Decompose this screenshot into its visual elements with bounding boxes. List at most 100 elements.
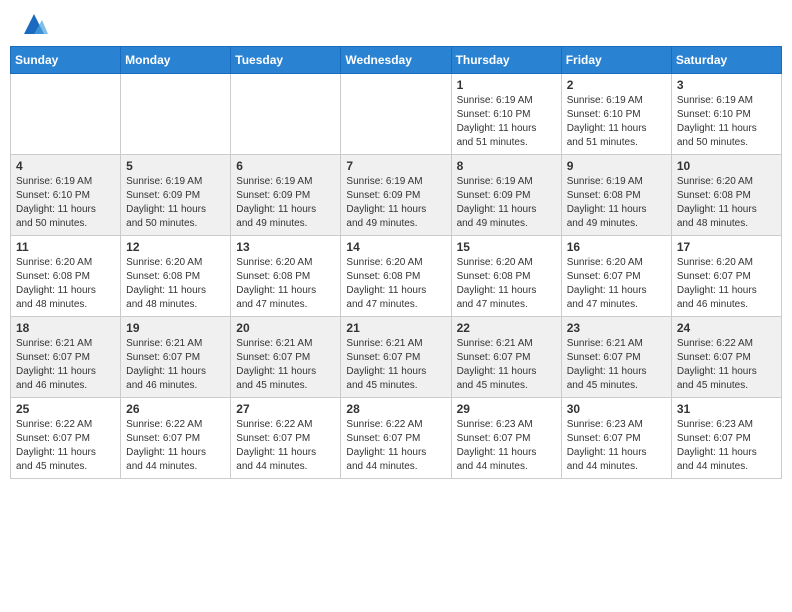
day-cell-5: 5 Sunrise: 6:19 AM Sunset: 6:09 PM Daylig… — [121, 155, 231, 236]
day-cell-24: 24 Sunrise: 6:22 AM Sunset: 6:07 PM Dayli… — [671, 317, 781, 398]
day-info: Sunrise: 6:19 AM Sunset: 6:09 PM Dayligh… — [346, 175, 445, 231]
day-info: Sunrise: 6:22 AM Sunset: 6:07 PM Dayligh… — [677, 337, 776, 393]
day-number: 14 — [346, 240, 445, 254]
day-cell-2: 2 Sunrise: 6:19 AM Sunset: 6:10 PM Daylig… — [561, 74, 671, 155]
day-number: 4 — [16, 159, 115, 173]
day-cell-15: 15Sunrise: 6:20 AM Sunset: 6:08 PM Dayli… — [451, 236, 561, 317]
day-number: 25 — [16, 402, 115, 416]
day-number: 28 — [346, 402, 445, 416]
day-info: Sunrise: 6:22 AM Sunset: 6:07 PM Dayligh… — [346, 418, 445, 474]
day-number: 9 — [567, 159, 666, 173]
day-info: Sunrise: 6:20 AM Sunset: 6:08 PM Dayligh… — [677, 175, 776, 231]
day-number: 13 — [236, 240, 335, 254]
day-info: Sunrise: 6:19 AM Sunset: 6:09 PM Dayligh… — [126, 175, 225, 231]
day-number: 5 — [126, 159, 225, 173]
day-cell-3: 3 Sunrise: 6:19 AM Sunset: 6:10 PM Daylig… — [671, 74, 781, 155]
day-info: Sunrise: 6:21 AM Sunset: 6:07 PM Dayligh… — [567, 337, 666, 393]
day-cell-20: 20 Sunrise: 6:21 AM Sunset: 6:07 PM Dayli… — [231, 317, 341, 398]
header-thursday: Thursday — [451, 47, 561, 74]
day-cell-1: 1 Sunrise: 6:19 AM Sunset: 6:10 PM Daylig… — [451, 74, 561, 155]
day-number: 30 — [567, 402, 666, 416]
logo — [14, 10, 48, 38]
day-number: 24 — [677, 321, 776, 335]
day-cell-6: 6Sunrise: 6:19 AM Sunset: 6:09 PM Daylig… — [231, 155, 341, 236]
day-info: Sunrise: 6:22 AM Sunset: 6:07 PM Dayligh… — [126, 418, 225, 474]
day-cell-11: 11 Sunrise: 6:20 AM Sunset: 6:08 PM Dayli… — [11, 236, 121, 317]
day-cell-22: 22 Sunrise: 6:21 AM Sunset: 6:07 PM Dayli… — [451, 317, 561, 398]
day-cell-25: 25 Sunrise: 6:22 AM Sunset: 6:07 PM Dayli… — [11, 398, 121, 479]
day-number: 26 — [126, 402, 225, 416]
day-number: 27 — [236, 402, 335, 416]
day-info: Sunrise: 6:21 AM Sunset: 6:07 PM Dayligh… — [126, 337, 225, 393]
day-info: Sunrise: 6:20 AM Sunset: 6:08 PM Dayligh… — [16, 256, 115, 312]
day-cell-14: 14 Sunrise: 6:20 AM Sunset: 6:08 PM Dayli… — [341, 236, 451, 317]
day-cell-4: 4 Sunrise: 6:19 AM Sunset: 6:10 PM Daylig… — [11, 155, 121, 236]
day-cell-18: 18Sunrise: 6:21 AM Sunset: 6:07 PM Dayli… — [11, 317, 121, 398]
day-number: 10 — [677, 159, 776, 173]
day-number: 29 — [457, 402, 556, 416]
day-info: Sunrise: 6:20 AM Sunset: 6:08 PM Dayligh… — [126, 256, 225, 312]
day-cell-30: 30 Sunrise: 6:23 AM Sunset: 6:07 PM Dayli… — [561, 398, 671, 479]
day-info: Sunrise: 6:21 AM Sunset: 6:07 PM Dayligh… — [236, 337, 335, 393]
day-cell-28: 28 Sunrise: 6:22 AM Sunset: 6:07 PM Dayli… — [341, 398, 451, 479]
day-info: Sunrise: 6:20 AM Sunset: 6:08 PM Dayligh… — [236, 256, 335, 312]
day-cell-17: 17 Sunrise: 6:20 AM Sunset: 6:07 PM Dayli… — [671, 236, 781, 317]
calendar-table: SundayMondayTuesdayWednesdayThursdayFrid… — [10, 46, 782, 479]
week-row-5: 25 Sunrise: 6:22 AM Sunset: 6:07 PM Dayli… — [11, 398, 782, 479]
day-number: 8 — [457, 159, 556, 173]
day-cell-29: 29 Sunrise: 6:23 AM Sunset: 6:07 PM Dayli… — [451, 398, 561, 479]
logo-icon — [20, 10, 48, 38]
day-number: 18 — [16, 321, 115, 335]
day-number: 6 — [236, 159, 335, 173]
empty-cell — [11, 74, 121, 155]
day-cell-23: 23 Sunrise: 6:21 AM Sunset: 6:07 PM Dayli… — [561, 317, 671, 398]
day-info: Sunrise: 6:23 AM Sunset: 6:07 PM Dayligh… — [677, 418, 776, 474]
day-number: 20 — [236, 321, 335, 335]
day-info: Sunrise: 6:23 AM Sunset: 6:07 PM Dayligh… — [457, 418, 556, 474]
header-friday: Friday — [561, 47, 671, 74]
day-number: 3 — [677, 78, 776, 92]
week-row-3: 11 Sunrise: 6:20 AM Sunset: 6:08 PM Dayli… — [11, 236, 782, 317]
day-info: Sunrise: 6:21 AM Sunset: 6:07 PM Dayligh… — [346, 337, 445, 393]
day-number: 17 — [677, 240, 776, 254]
day-number: 11 — [16, 240, 115, 254]
day-cell-10: 10 Sunrise: 6:20 AM Sunset: 6:08 PM Dayli… — [671, 155, 781, 236]
day-info: Sunrise: 6:20 AM Sunset: 6:08 PM Dayligh… — [346, 256, 445, 312]
page-header — [10, 10, 782, 38]
header-tuesday: Tuesday — [231, 47, 341, 74]
day-info: Sunrise: 6:20 AM Sunset: 6:07 PM Dayligh… — [677, 256, 776, 312]
header-saturday: Saturday — [671, 47, 781, 74]
day-info: Sunrise: 6:19 AM Sunset: 6:10 PM Dayligh… — [567, 94, 666, 150]
day-info: Sunrise: 6:22 AM Sunset: 6:07 PM Dayligh… — [16, 418, 115, 474]
day-cell-12: 12 Sunrise: 6:20 AM Sunset: 6:08 PM Dayli… — [121, 236, 231, 317]
empty-cell — [231, 74, 341, 155]
day-cell-8: 8 Sunrise: 6:19 AM Sunset: 6:09 PM Daylig… — [451, 155, 561, 236]
day-number: 22 — [457, 321, 556, 335]
day-info: Sunrise: 6:19 AM Sunset: 6:10 PM Dayligh… — [16, 175, 115, 231]
empty-cell — [341, 74, 451, 155]
day-cell-7: 7 Sunrise: 6:19 AM Sunset: 6:09 PM Daylig… — [341, 155, 451, 236]
day-number: 12 — [126, 240, 225, 254]
header-monday: Monday — [121, 47, 231, 74]
day-info: Sunrise: 6:19 AM Sunset: 6:10 PM Dayligh… — [677, 94, 776, 150]
day-cell-27: 27 Sunrise: 6:22 AM Sunset: 6:07 PM Dayli… — [231, 398, 341, 479]
day-info: Sunrise: 6:20 AM Sunset: 6:08 PM Dayligh… — [457, 256, 556, 312]
day-cell-19: 19Sunrise: 6:21 AM Sunset: 6:07 PM Dayli… — [121, 317, 231, 398]
day-cell-21: 21Sunrise: 6:21 AM Sunset: 6:07 PM Dayli… — [341, 317, 451, 398]
calendar-header-row: SundayMondayTuesdayWednesdayThursdayFrid… — [11, 47, 782, 74]
week-row-4: 18 Sunrise: 6:21 AM Sunset: 6:07 PM Dayli… — [11, 317, 782, 398]
day-info: Sunrise: 6:19 AM Sunset: 6:08 PM Dayligh… — [567, 175, 666, 231]
day-info: Sunrise: 6:21 AM Sunset: 6:07 PM Dayligh… — [457, 337, 556, 393]
empty-cell — [121, 74, 231, 155]
day-info: Sunrise: 6:23 AM Sunset: 6:07 PM Dayligh… — [567, 418, 666, 474]
day-info: Sunrise: 6:19 AM Sunset: 6:10 PM Dayligh… — [457, 94, 556, 150]
week-row-2: 4 Sunrise: 6:19 AM Sunset: 6:10 PM Daylig… — [11, 155, 782, 236]
day-number: 23 — [567, 321, 666, 335]
day-cell-31: 31 Sunrise: 6:23 AM Sunset: 6:07 PM Dayli… — [671, 398, 781, 479]
day-info: Sunrise: 6:22 AM Sunset: 6:07 PM Dayligh… — [236, 418, 335, 474]
day-number: 7 — [346, 159, 445, 173]
day-number: 1 — [457, 78, 556, 92]
day-info: Sunrise: 6:19 AM Sunset: 6:09 PM Dayligh… — [457, 175, 556, 231]
day-number: 2 — [567, 78, 666, 92]
day-number: 31 — [677, 402, 776, 416]
